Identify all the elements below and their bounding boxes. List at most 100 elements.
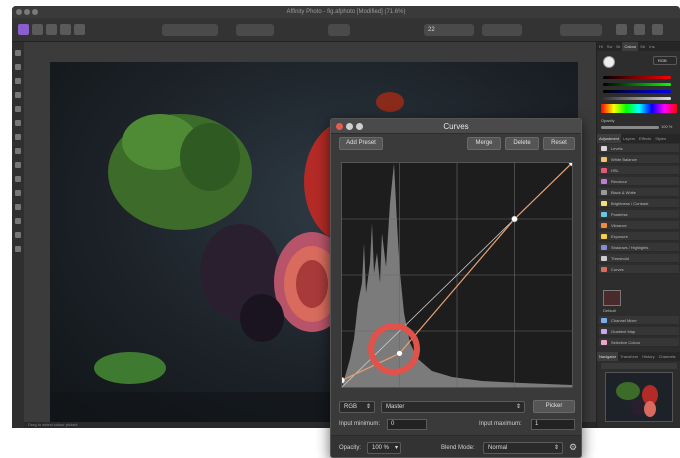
- red-slider[interactable]: [603, 76, 671, 79]
- primary-colour-swatch[interactable]: [603, 56, 615, 68]
- assistant-icon[interactable]: [616, 24, 627, 35]
- adjustment-item[interactable]: Recolour: [599, 177, 679, 186]
- close-dialog-button[interactable]: [336, 123, 343, 130]
- add-preset-button[interactable]: Add Preset: [339, 137, 383, 150]
- colour-mode-select[interactable]: RGB: [653, 56, 677, 65]
- tab-sw[interactable]: Sw: [605, 42, 615, 51]
- tab-styles[interactable]: Styles: [653, 134, 668, 143]
- tab-transform[interactable]: Transform: [618, 352, 640, 361]
- curves-preset-thumb[interactable]: [603, 290, 621, 306]
- adjustment-item[interactable]: Threshold: [599, 254, 679, 263]
- zoom-window-button[interactable]: [32, 9, 38, 15]
- marquee-icon[interactable]: [15, 148, 21, 154]
- adjust-group[interactable]: [162, 24, 218, 36]
- tab-str[interactable]: Str: [638, 42, 647, 51]
- studio-icon[interactable]: [652, 24, 663, 35]
- adjustment-swatch-icon: [601, 179, 607, 184]
- selection-brush-icon[interactable]: [15, 134, 21, 140]
- text-icon[interactable]: [15, 190, 21, 196]
- alpha-slider[interactable]: [603, 97, 671, 100]
- minimize-window-button[interactable]: [24, 9, 30, 15]
- view-mode-icon[interactable]: [634, 24, 645, 35]
- adjustment-item[interactable]: Exposure: [599, 232, 679, 241]
- view-group[interactable]: [236, 24, 274, 36]
- panel-opacity-value: 100 %: [661, 124, 673, 129]
- tab-colour[interactable]: Colour: [622, 42, 639, 51]
- curves-graph[interactable]: [338, 159, 576, 388]
- arrange-group[interactable]: [328, 24, 350, 36]
- curves-dialog: Curves Add Preset Merge Delete Reset RGB…: [330, 118, 582, 458]
- delete-button[interactable]: Delete: [505, 137, 539, 150]
- adjustment-tabs: AdjustmentLayersEffectsStylesStock: [597, 134, 680, 150]
- tab-br[interactable]: Br: [614, 42, 622, 51]
- color-icon[interactable]: [15, 246, 21, 252]
- clone-icon[interactable]: [15, 162, 21, 168]
- chevron-updown-icon: ⇕: [365, 404, 371, 410]
- adjustment-swatch-icon: [601, 329, 607, 334]
- tab-adjustment[interactable]: Adjustment: [597, 134, 622, 143]
- adjustment-item[interactable]: Brightness / Contrast: [599, 199, 679, 208]
- green-slider[interactable]: [603, 83, 671, 86]
- adjustment-item[interactable]: Vibrance: [599, 221, 679, 230]
- colour-spectrum[interactable]: [601, 104, 677, 113]
- tab-channels[interactable]: Channels: [657, 352, 678, 361]
- minimize-dialog-button[interactable]: [346, 123, 353, 130]
- tab-hi[interactable]: Hi: [597, 42, 605, 51]
- adjustment-item[interactable]: Levels: [599, 144, 679, 153]
- tab-history[interactable]: History: [640, 352, 656, 361]
- highlight-circle: [368, 323, 420, 375]
- blend-mode-select[interactable]: Normal ⇕: [483, 442, 563, 454]
- eraser-icon[interactable]: [15, 92, 21, 98]
- adjustment-item[interactable]: Black & White: [599, 188, 679, 197]
- picker-button[interactable]: Picker: [533, 400, 575, 413]
- opacity-label: Opacity:: [339, 445, 362, 451]
- snapping-group[interactable]: [482, 24, 522, 36]
- adjustment-label: Shadows / Highlights: [611, 245, 649, 250]
- curve-control-point[interactable]: [511, 215, 518, 223]
- shape-icon[interactable]: [15, 204, 21, 210]
- persona-develop-icon[interactable]: [46, 24, 57, 35]
- zoom-icon[interactable]: [15, 218, 21, 224]
- zoom-slider[interactable]: [601, 363, 677, 369]
- blue-slider[interactable]: [603, 90, 671, 93]
- curves-dialog-titlebar: Curves: [331, 119, 581, 134]
- adjustment-item[interactable]: White Balance: [599, 155, 679, 164]
- panel-opacity-slider[interactable]: [601, 126, 659, 129]
- tab-navigator[interactable]: Navigator: [597, 352, 619, 361]
- reset-button[interactable]: Reset: [543, 137, 575, 150]
- zoom-dialog-button[interactable]: [356, 123, 363, 130]
- adjustment-item[interactable]: Curves: [599, 265, 679, 274]
- input-maximum-field[interactable]: 1: [531, 419, 575, 430]
- navigator-thumbnail[interactable]: [605, 372, 673, 422]
- tab-effects[interactable]: Effects: [637, 134, 653, 143]
- input-minimum-field[interactable]: 0: [387, 419, 427, 430]
- gradient-icon[interactable]: [15, 120, 21, 126]
- brush-icon[interactable]: [15, 78, 21, 84]
- adjustment-item[interactable]: Selective Colour: [599, 338, 679, 347]
- persona-photo-icon[interactable]: [18, 24, 29, 35]
- adjustment-item[interactable]: Shadows / Highlights: [599, 243, 679, 252]
- dodge-icon[interactable]: [15, 176, 21, 182]
- adjustment-label: Vibrance: [611, 223, 627, 228]
- adjustment-item[interactable]: Channel Mixer: [599, 316, 679, 325]
- zoom-control[interactable]: 22: [424, 24, 474, 36]
- adjustment-item[interactable]: Posterise: [599, 210, 679, 219]
- merge-button[interactable]: Merge: [467, 137, 501, 150]
- tab-layers[interactable]: Layers: [621, 134, 637, 143]
- hand-icon[interactable]: [15, 232, 21, 238]
- move-icon[interactable]: [15, 50, 21, 56]
- persona-tone-icon[interactable]: [60, 24, 71, 35]
- tab-ins[interactable]: Ins: [647, 42, 656, 51]
- channel-mode-select[interactable]: RGB ⇕: [339, 401, 375, 413]
- channel-select[interactable]: Master ⇕: [381, 401, 525, 413]
- fill-icon[interactable]: [15, 106, 21, 112]
- persona-liquify-icon[interactable]: [32, 24, 43, 35]
- adjustment-item[interactable]: HSL: [599, 166, 679, 175]
- close-window-button[interactable]: [16, 9, 22, 15]
- persona-export-icon[interactable]: [74, 24, 85, 35]
- gear-icon[interactable]: ⚙: [569, 442, 577, 453]
- opacity-select[interactable]: 100 % ▾: [367, 442, 401, 454]
- crop-icon[interactable]: [15, 64, 21, 70]
- selection-group[interactable]: [560, 24, 602, 36]
- adjustment-item[interactable]: Gradient Map: [599, 327, 679, 336]
